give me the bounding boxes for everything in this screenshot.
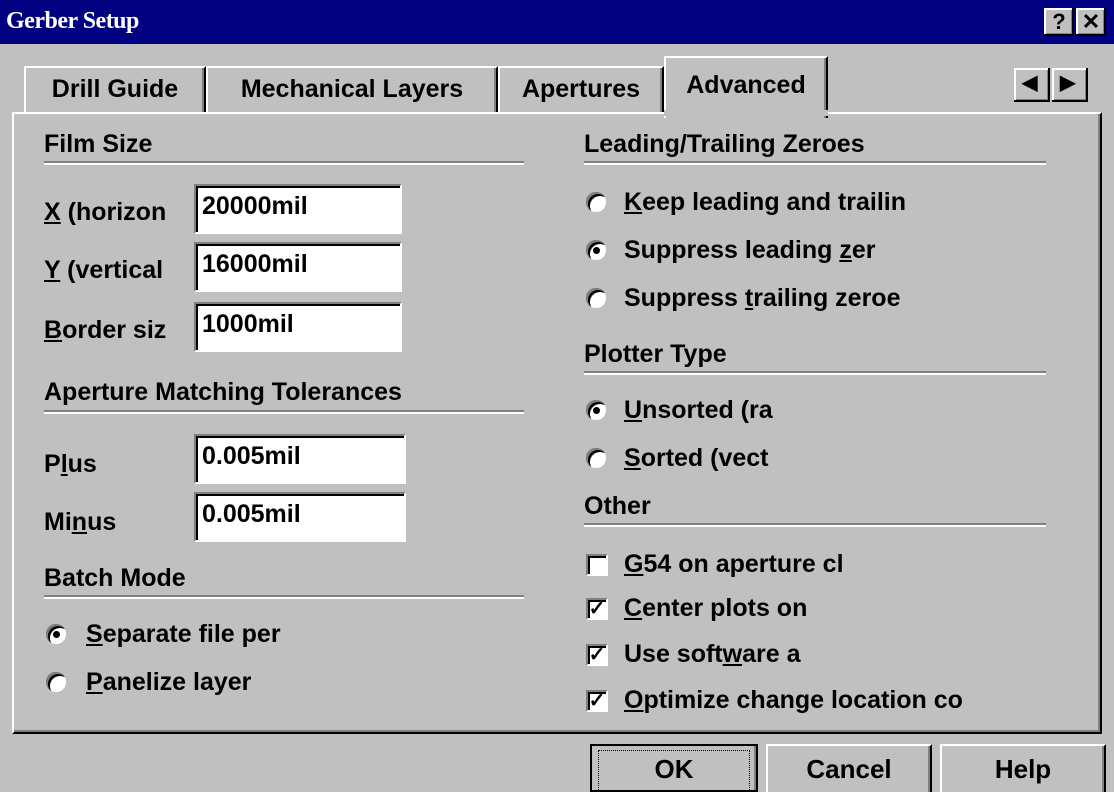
tab-scroll-right-button[interactable]: ▶	[1052, 68, 1088, 102]
center-plots-checkbox[interactable]: ✓	[586, 598, 608, 620]
tab-advanced[interactable]: Advanced	[664, 56, 828, 118]
keep-leading-trailing-label[interactable]: Keep leading and trailin	[624, 188, 906, 217]
radio-selected-dot	[53, 631, 60, 638]
sorted-label[interactable]: Sorted (vect	[624, 444, 769, 473]
close-button[interactable]: ✕	[1076, 8, 1106, 36]
plus-label: Plus	[44, 450, 97, 478]
film-size-separator	[44, 161, 524, 165]
suppress-leading-label[interactable]: Suppress leading zer	[624, 236, 875, 265]
radio-selected-dot	[593, 407, 600, 414]
other-separator	[584, 523, 1046, 527]
y-vertical-label: Y (vertical	[44, 256, 164, 284]
arrow-left-icon: ◀	[1022, 72, 1038, 94]
y-vertical-input[interactable]: 16000mil	[194, 242, 402, 292]
x-horizontal-label: X (horizon	[44, 198, 167, 226]
help-button[interactable]: Help	[940, 744, 1106, 792]
cancel-button[interactable]: Cancel	[766, 744, 932, 792]
border-size-input[interactable]: 1000mil	[194, 302, 402, 352]
arrow-right-icon: ▶	[1060, 72, 1076, 94]
zeroes-heading: Leading/Trailing Zeroes	[584, 130, 865, 158]
plotter-type-separator	[584, 371, 1046, 375]
tab-drill-guide[interactable]: Drill Guide	[24, 66, 206, 112]
radio-selected-dot	[593, 247, 600, 254]
other-heading: Other	[584, 492, 651, 520]
check-icon: ✓	[588, 598, 606, 620]
panelize-layer-label[interactable]: Panelize layer	[86, 668, 251, 697]
unsorted-label[interactable]: Unsorted (ra	[624, 396, 773, 425]
check-icon: ✓	[588, 690, 606, 712]
aperture-tolerances-heading: Aperture Matching Tolerances	[44, 378, 402, 406]
unsorted-radio[interactable]	[586, 400, 606, 420]
center-plots-label[interactable]: Center plots on	[624, 594, 807, 623]
minus-tolerance-input[interactable]: 0.005mil	[194, 492, 406, 542]
minus-label: Minus	[44, 508, 117, 536]
separate-file-label[interactable]: Separate file per	[86, 620, 281, 649]
plus-tolerance-input[interactable]: 0.005mil	[194, 434, 406, 484]
use-software-checkbox[interactable]: ✓	[586, 644, 608, 666]
film-size-heading: Film Size	[44, 130, 153, 158]
optimize-change-checkbox[interactable]: ✓	[586, 690, 608, 712]
tab-scroll: ◀ ▶	[1014, 68, 1090, 102]
separate-file-radio[interactable]	[46, 624, 66, 644]
plotter-type-heading: Plotter Type	[584, 340, 727, 368]
help-caption-button[interactable]: ?	[1044, 8, 1074, 36]
zeroes-separator	[584, 161, 1046, 165]
close-icon: ✕	[1081, 9, 1101, 34]
panelize-layer-radio[interactable]	[46, 672, 66, 692]
optimize-change-label[interactable]: Optimize change location co	[624, 686, 963, 715]
tab-mechanical-layers[interactable]: Mechanical Layers	[206, 66, 498, 112]
batch-mode-separator	[44, 595, 524, 599]
suppress-trailing-label[interactable]: Suppress trailing zeroe	[624, 284, 900, 313]
title-bar: Gerber Setup ? ✕	[0, 0, 1114, 44]
tab-apertures[interactable]: Apertures	[498, 66, 664, 112]
focus-rectangle	[598, 750, 750, 792]
aperture-tolerances-separator	[44, 410, 524, 414]
keep-leading-trailing-radio[interactable]	[586, 192, 606, 212]
tab-join	[664, 110, 828, 116]
g54-checkbox[interactable]	[586, 554, 608, 576]
suppress-leading-radio[interactable]	[586, 240, 606, 260]
window-title: Gerber Setup	[6, 8, 139, 34]
suppress-trailing-radio[interactable]	[586, 288, 606, 308]
g54-label[interactable]: G54 on aperture cl	[624, 550, 844, 579]
sorted-radio[interactable]	[586, 448, 606, 468]
x-horizontal-input[interactable]: 20000mil	[194, 184, 402, 234]
use-software-label[interactable]: Use software a	[624, 640, 800, 669]
question-icon: ?	[1052, 9, 1066, 34]
border-size-label: Border siz	[44, 316, 167, 344]
batch-mode-heading: Batch Mode	[44, 564, 186, 592]
check-icon: ✓	[588, 644, 606, 666]
tab-scroll-left-button[interactable]: ◀	[1014, 68, 1050, 102]
